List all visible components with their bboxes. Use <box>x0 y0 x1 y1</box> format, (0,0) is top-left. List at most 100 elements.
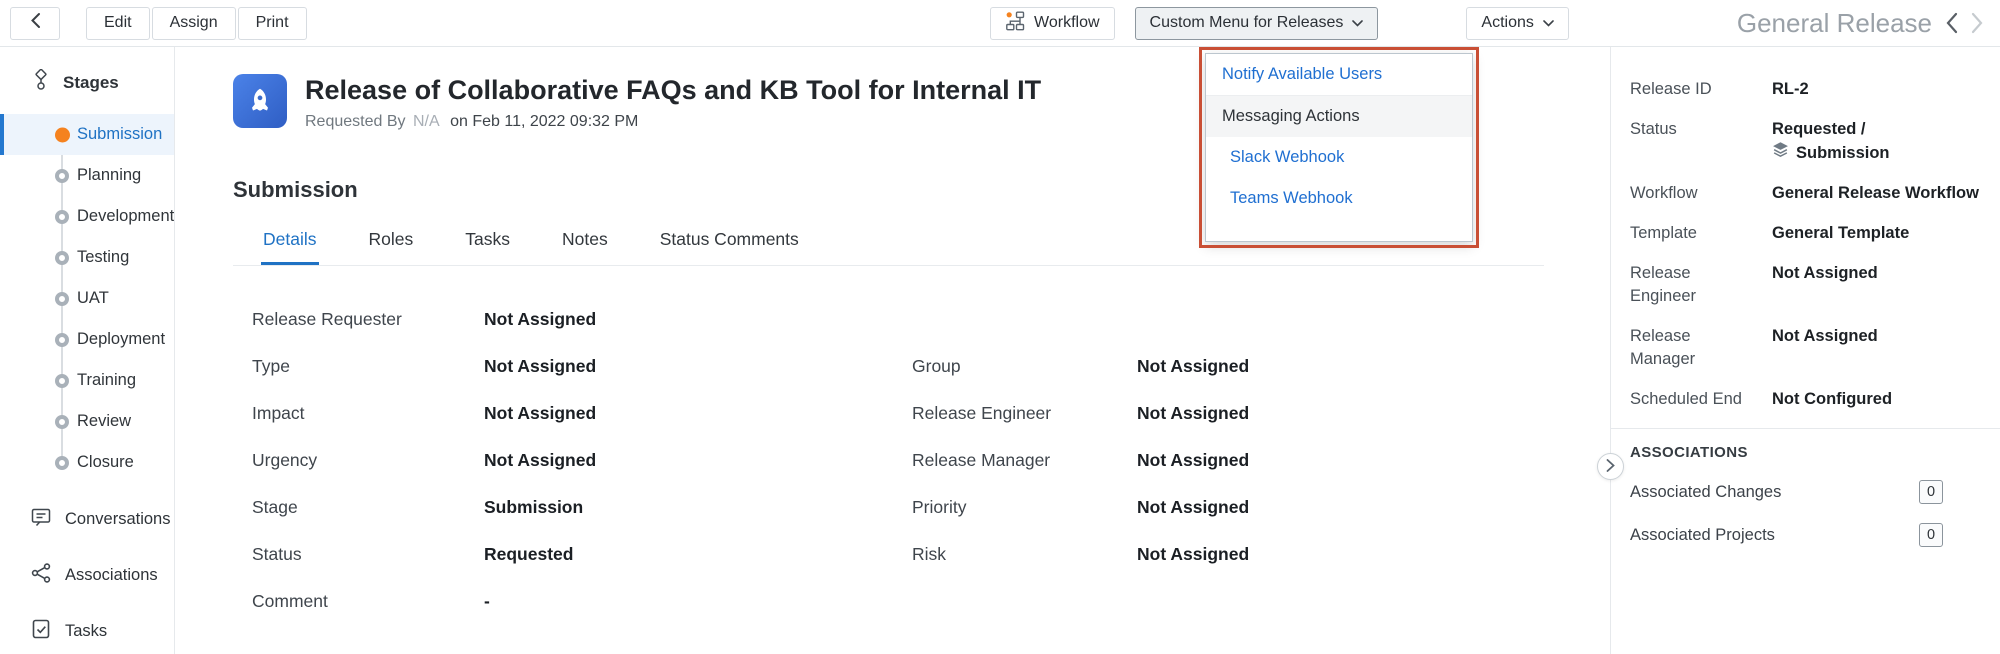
associated-changes-row[interactable]: Associated Changes 0 <box>1630 480 1985 504</box>
field-label: Group <box>912 356 1137 377</box>
record-actions-group: Edit Assign Print <box>86 7 307 40</box>
details-panel: Release ID RL-2 Status Requested / <box>1610 47 2000 654</box>
stage-dot <box>55 169 69 183</box>
requested-by-label: Requested By <box>305 113 406 130</box>
panel-field-label: Status <box>1630 118 1745 165</box>
menu-item-teams-webhook[interactable]: Teams Webhook <box>1206 178 1472 219</box>
chevron-down-icon <box>1543 14 1554 32</box>
associated-changes-label: Associated Changes <box>1630 483 1781 502</box>
back-button[interactable] <box>10 7 60 40</box>
field-row: Type Not Assigned <box>252 343 912 390</box>
field-value: Not Assigned <box>1137 403 1249 424</box>
stage-item-deployment[interactable]: Deployment <box>0 319 174 360</box>
tab-roles[interactable]: Roles <box>367 229 416 265</box>
status-value-line1: Requested / <box>1772 118 1890 141</box>
tab-tasks[interactable]: Tasks <box>463 229 512 265</box>
stage-item-development[interactable]: Development <box>0 196 174 237</box>
assign-button[interactable]: Assign <box>152 7 236 40</box>
field-label: Type <box>252 356 484 377</box>
field-value: Submission <box>484 497 583 518</box>
field-label: Release Engineer <box>912 403 1137 424</box>
stage-label: Development <box>77 207 174 226</box>
sidebar-item-associations[interactable]: Associations <box>0 547 174 603</box>
previous-record-button[interactable] <box>1945 12 1958 34</box>
panel-field-value: RL-2 <box>1772 78 1809 101</box>
stage-list: Submission Planning Development Testing … <box>0 114 174 483</box>
associated-projects-row[interactable]: Associated Projects 0 <box>1630 523 1985 547</box>
field-label: Impact <box>252 403 484 424</box>
chevron-left-icon <box>30 12 41 34</box>
tab-status-comments[interactable]: Status Comments <box>658 229 801 265</box>
stage-item-planning[interactable]: Planning <box>0 155 174 196</box>
body-row: Stages Submission Planning Development <box>0 47 2000 654</box>
stage-layers-icon <box>1772 141 1789 165</box>
stage-label: Submission <box>77 125 162 144</box>
field-label: Release Requester <box>252 309 484 330</box>
panel-collapse-button[interactable] <box>1597 453 1624 480</box>
panel-field-label: Scheduled End <box>1630 388 1745 411</box>
chevron-right-icon <box>1606 459 1615 475</box>
workflow-button-label: Workflow <box>1034 14 1100 32</box>
tasks-icon <box>30 618 52 645</box>
menu-item-slack-webhook[interactable]: Slack Webhook <box>1206 137 1472 178</box>
field-row: Release Manager Not Assigned <box>912 437 1249 484</box>
sidebar-item-label: Associations <box>65 566 158 585</box>
menu-item-messaging-actions[interactable]: Messaging Actions <box>1206 96 1472 137</box>
stage-item-submission[interactable]: Submission <box>0 114 174 155</box>
workflow-button[interactable]: Workflow <box>990 7 1115 40</box>
panel-field-row: Workflow General Release Workflow <box>1630 182 1985 205</box>
panel-field-row: Release ID RL-2 <box>1630 78 1985 101</box>
tab-notes[interactable]: Notes <box>560 229 610 265</box>
requested-date: on Feb 11, 2022 09:32 PM <box>447 113 638 130</box>
stage-item-testing[interactable]: Testing <box>0 237 174 278</box>
field-value: Not Assigned <box>484 403 596 424</box>
status-value-line2: Submission <box>1772 141 1890 165</box>
sidebar: Stages Submission Planning Development <box>0 47 175 654</box>
custom-menu-button[interactable]: Custom Menu for Releases <box>1135 7 1379 40</box>
sidebar-item-conversations[interactable]: Conversations <box>0 491 174 547</box>
field-value: Requested <box>484 544 573 565</box>
associations-icon <box>30 562 52 589</box>
actions-button-label: Actions <box>1481 14 1533 32</box>
conversations-icon <box>30 506 52 533</box>
stage-label: Deployment <box>77 330 165 349</box>
menu-item-notify-available-users[interactable]: Notify Available Users <box>1206 54 1472 96</box>
stage-dot <box>55 333 69 347</box>
field-label: Release Manager <box>912 450 1137 471</box>
field-value: Not Assigned <box>484 450 596 471</box>
stage-label: UAT <box>77 289 109 308</box>
stage-item-review[interactable]: Review <box>0 401 174 442</box>
sidebar-item-label: Tasks <box>65 622 107 641</box>
panel-field-value: Requested / Submission <box>1772 118 1890 165</box>
field-label: Urgency <box>252 450 484 471</box>
app-window: Edit Assign Print Workflow Custom Menu f… <box>0 0 2000 654</box>
status-stage-value: Submission <box>1796 142 1890 165</box>
associated-projects-label: Associated Projects <box>1630 526 1775 545</box>
release-header-text: Release of Collaborative FAQs and KB Too… <box>305 74 1041 131</box>
stage-item-training[interactable]: Training <box>0 360 174 401</box>
actions-button[interactable]: Actions <box>1466 7 1568 40</box>
stage-item-closure[interactable]: Closure <box>0 442 174 483</box>
panel-field-row: Release Manager Not Assigned <box>1630 325 1985 371</box>
stage-dot <box>55 210 69 224</box>
field-row: Risk Not Assigned <box>912 531 1249 578</box>
stage-item-uat[interactable]: UAT <box>0 278 174 319</box>
field-label: Priority <box>912 497 1137 518</box>
sidebar-item-tasks[interactable]: Tasks <box>0 603 174 654</box>
field-row: Stage Submission <box>252 484 912 531</box>
panel-field-row: Template General Template <box>1630 222 1985 245</box>
stage-dot <box>55 374 69 388</box>
associated-changes-count: 0 <box>1919 480 1943 504</box>
stage-label: Closure <box>77 453 134 472</box>
stage-label: Testing <box>77 248 129 267</box>
edit-button[interactable]: Edit <box>86 7 150 40</box>
tab-details[interactable]: Details <box>261 229 319 265</box>
sidebar-nav: Conversations Associations <box>0 491 174 654</box>
print-button[interactable]: Print <box>238 7 307 40</box>
stage-label: Review <box>77 412 131 431</box>
next-record-button[interactable] <box>1971 12 1984 34</box>
panel-field-value: Not Assigned <box>1772 262 1878 308</box>
stages-icon <box>30 69 52 96</box>
panel-field-label: Template <box>1630 222 1745 245</box>
stage-dot <box>55 456 69 470</box>
